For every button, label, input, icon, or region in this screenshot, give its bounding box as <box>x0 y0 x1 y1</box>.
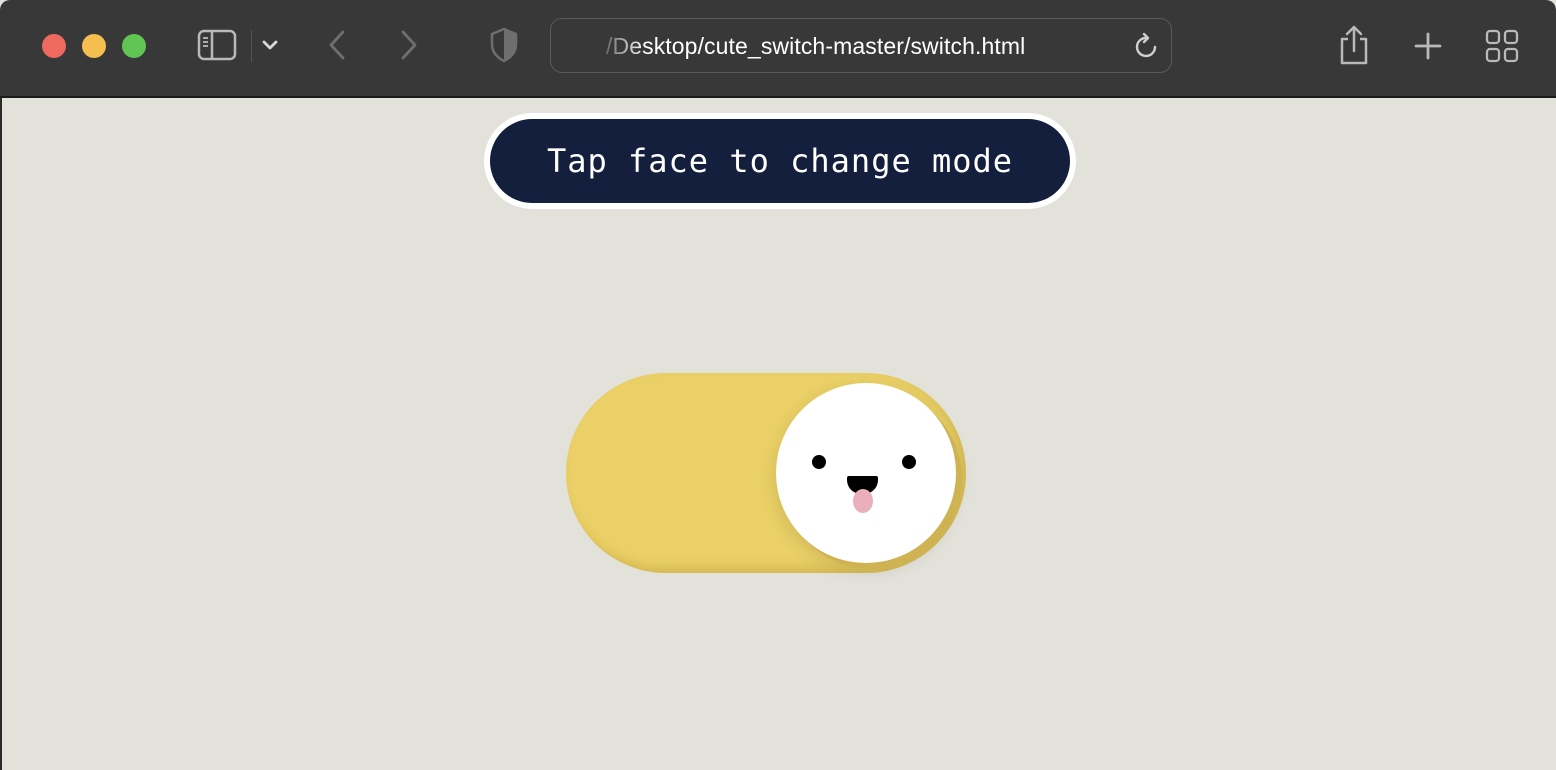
hint-text: Tap face to change mode <box>546 142 1014 180</box>
sidebar-icon <box>197 29 237 61</box>
url-text[interactable]: /Desktop/cute_switch-master/switch.html <box>606 33 1025 60</box>
reload-button[interactable] <box>1132 30 1162 62</box>
chevron-left-icon <box>329 30 345 60</box>
privacy-report-button[interactable] <box>486 26 522 64</box>
tab-group-menu-button[interactable] <box>258 32 282 58</box>
browser-toolbar: /Desktop/cute_switch-master/switch.html <box>0 0 1556 98</box>
left-eye <box>812 455 826 469</box>
share-icon <box>1340 25 1368 65</box>
browser-window: /Desktop/cute_switch-master/switch.html <box>0 0 1556 770</box>
address-bar[interactable]: /Desktop/cute_switch-master/switch.html <box>550 18 1172 73</box>
new-tab-button[interactable] <box>1408 26 1448 66</box>
sidebar-toggle-button[interactable] <box>196 27 238 63</box>
reload-icon <box>1135 32 1157 58</box>
toolbar-divider <box>251 30 252 62</box>
tongue <box>853 489 873 513</box>
plus-icon <box>1414 32 1442 60</box>
grid-icon <box>1485 29 1519 63</box>
page-content: Tap face to change mode <box>0 98 1556 770</box>
right-eye <box>902 455 916 469</box>
chevron-down-icon <box>262 40 278 50</box>
hint-banner: Tap face to change mode <box>484 113 1076 209</box>
mode-switch-face-knob[interactable] <box>776 383 956 563</box>
minimize-window-button[interactable] <box>82 34 106 58</box>
forward-button[interactable] <box>394 27 424 63</box>
back-button[interactable] <box>322 27 352 63</box>
shield-icon <box>490 27 518 63</box>
window-edge <box>0 98 2 770</box>
share-button[interactable] <box>1334 22 1374 68</box>
tab-overview-button[interactable] <box>1482 26 1522 66</box>
close-window-button[interactable] <box>42 34 66 58</box>
chevron-right-icon <box>401 30 417 60</box>
zoom-window-button[interactable] <box>122 34 146 58</box>
